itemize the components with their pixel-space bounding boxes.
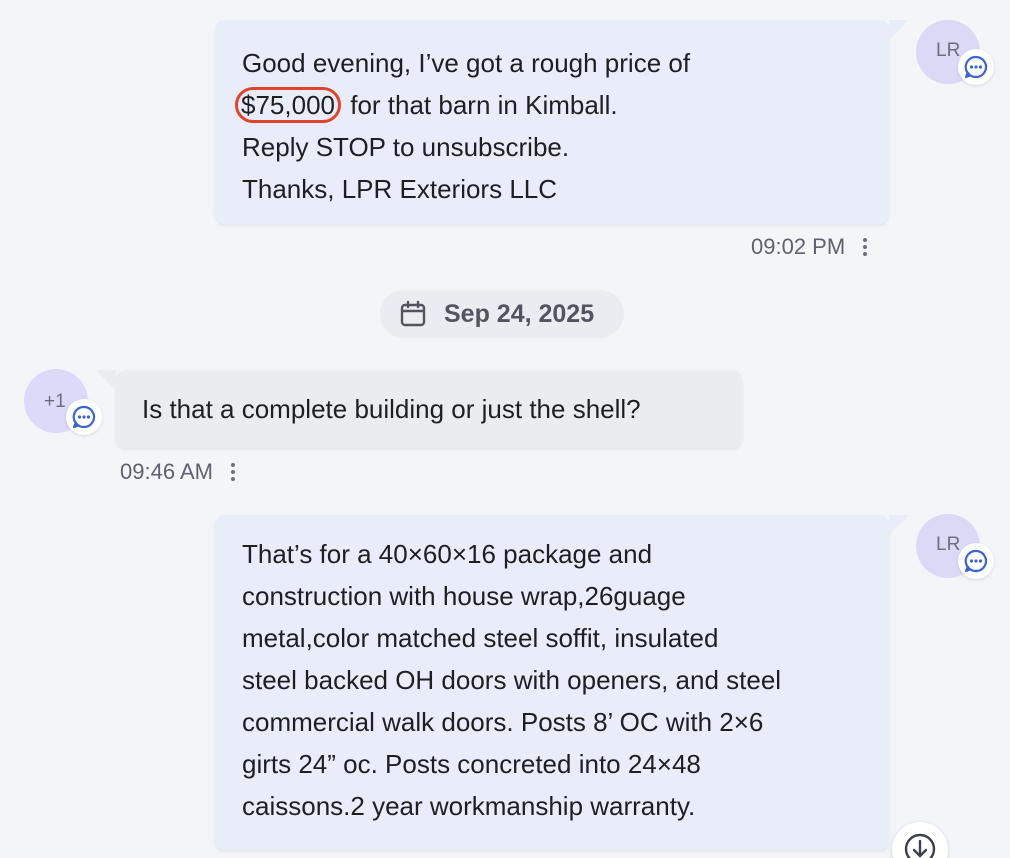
message-text-line: $75,000 for that barn in Kimball. <box>235 84 862 126</box>
message-timestamp: 09:02 PM <box>751 234 846 259</box>
highlighted-price: $75,000 <box>235 87 341 123</box>
outgoing-message-bubble[interactable]: That’s for a 40×60×16 package and constr… <box>215 515 909 850</box>
scroll-to-bottom-button[interactable] <box>892 822 948 858</box>
message-text-line: commercial walk doors. Posts 8’ OC with … <box>242 707 764 737</box>
message-dots-icon <box>66 399 102 435</box>
message-text-line: Thanks, LPR Exteriors LLC <box>242 174 558 204</box>
arrow-down-circle-icon <box>904 833 936 858</box>
calendar-icon <box>400 300 426 327</box>
date-divider: Sep 24, 2025 <box>380 290 624 338</box>
message-dots-icon <box>958 543 994 579</box>
message-timestamp: 09:46 AM <box>120 459 213 484</box>
message-meta: 09:46 AM <box>120 459 241 485</box>
message-text-line: girts 24” oc. Posts concreted into 24×48 <box>242 749 701 779</box>
outgoing-message-bubble[interactable]: Good evening, I’ve got a rough price of … <box>215 20 909 224</box>
avatar-initials: +1 <box>44 391 66 412</box>
incoming-message-bubble[interactable]: Is that a complete building or just the … <box>96 370 742 448</box>
message-dots-icon <box>958 49 994 85</box>
message-text-line: metal,color matched steel soffit, insula… <box>242 623 719 653</box>
message-thread: Good evening, I’ve got a rough price of … <box>0 0 1010 858</box>
message-text-line: steel backed OH doors with openers, and … <box>242 665 782 695</box>
message-text: Is that a complete building or just the … <box>142 394 641 424</box>
more-options-icon[interactable] <box>225 461 241 483</box>
avatar-initials: LR <box>936 534 961 555</box>
avatar-initials: LR <box>936 40 961 61</box>
message-text-line: That’s for a 40×60×16 package and <box>242 539 653 569</box>
message-meta: 09:02 PM <box>751 234 873 260</box>
date-label: Sep 24, 2025 <box>444 299 595 328</box>
message-text-line: Reply STOP to unsubscribe. <box>242 132 570 162</box>
message-text-line: construction with house wrap,26guage <box>242 581 686 611</box>
message-text: for that barn in Kimball. <box>350 90 618 120</box>
message-text-line: Good evening, I’ve got a rough price of <box>242 48 691 78</box>
message-text-line: caissons.2 year workmanship warranty. <box>242 791 696 821</box>
more-options-icon[interactable] <box>857 236 873 258</box>
